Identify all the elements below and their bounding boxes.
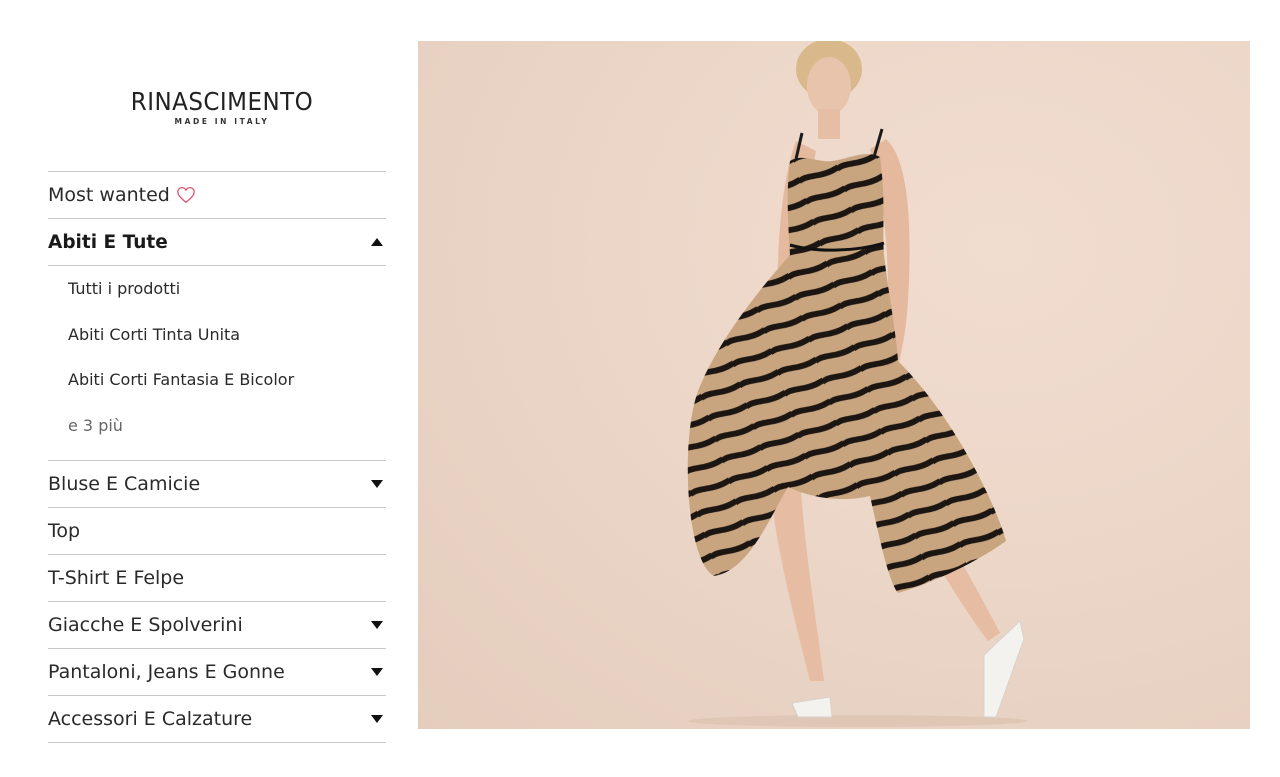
menu-item-label: Pantaloni, Jeans E Gonne [48, 661, 285, 683]
menu-item-label: Giacche E Spolverini [48, 614, 243, 636]
menu-item-abiti-e-tute[interactable]: Abiti E Tute [48, 219, 386, 266]
menu-item-accessori-e-calzature[interactable]: Accessori E Calzature [48, 696, 386, 743]
submenu-item[interactable]: Abiti Corti Tinta Unita [48, 312, 386, 358]
caret-down-icon[interactable] [371, 668, 383, 676]
menu-item-most-wanted[interactable]: Most wanted [48, 172, 386, 219]
caret-down-icon[interactable] [371, 715, 383, 723]
menu-item-label: Abiti E Tute [48, 231, 168, 253]
menu-item-label: Bluse E Camicie [48, 473, 201, 495]
hero-banner-image[interactable] [418, 41, 1250, 729]
model-illustration [687, 41, 1028, 727]
brand-tagline: MADE IN ITALY [174, 117, 270, 126]
caret-down-icon[interactable] [371, 480, 383, 488]
brand-logo[interactable]: RINASCIMENTO MADE IN ITALY [114, 88, 330, 128]
menu-item-giacche-e-spolverini[interactable]: Giacche E Spolverini [48, 602, 386, 649]
caret-up-icon[interactable] [371, 238, 383, 246]
submenu-item[interactable]: Tutti i prodotti [48, 266, 386, 312]
submenu-abiti-e-tute: Tutti i prodotti Abiti Corti Tinta Unita… [48, 266, 386, 461]
caret-down-icon[interactable] [371, 621, 383, 629]
menu-item-top[interactable]: Top [48, 508, 386, 555]
category-menu: Most wanted Abiti E Tute Tutti i prodott… [48, 171, 386, 743]
menu-item-label: Accessori E Calzature [48, 708, 253, 730]
heart-icon [177, 186, 195, 204]
menu-item-pantaloni-jeans-e-gonne[interactable]: Pantaloni, Jeans E Gonne [48, 649, 386, 696]
brand-name: RINASCIMENTO [130, 87, 314, 116]
menu-item-label: Most wanted [48, 184, 170, 206]
menu-item-label: T-Shirt E Felpe [48, 567, 185, 589]
menu-item-bluse-e-camicie[interactable]: Bluse E Camicie [48, 461, 386, 508]
show-more-link[interactable]: e 3 più [48, 403, 386, 449]
menu-item-t-shirt-e-felpe[interactable]: T-Shirt E Felpe [48, 555, 386, 602]
menu-item-label: Top [48, 520, 81, 542]
menu-item-label-wrap: Most wanted [48, 184, 196, 206]
submenu-item[interactable]: Abiti Corti Fantasia E Bicolor [48, 357, 386, 403]
